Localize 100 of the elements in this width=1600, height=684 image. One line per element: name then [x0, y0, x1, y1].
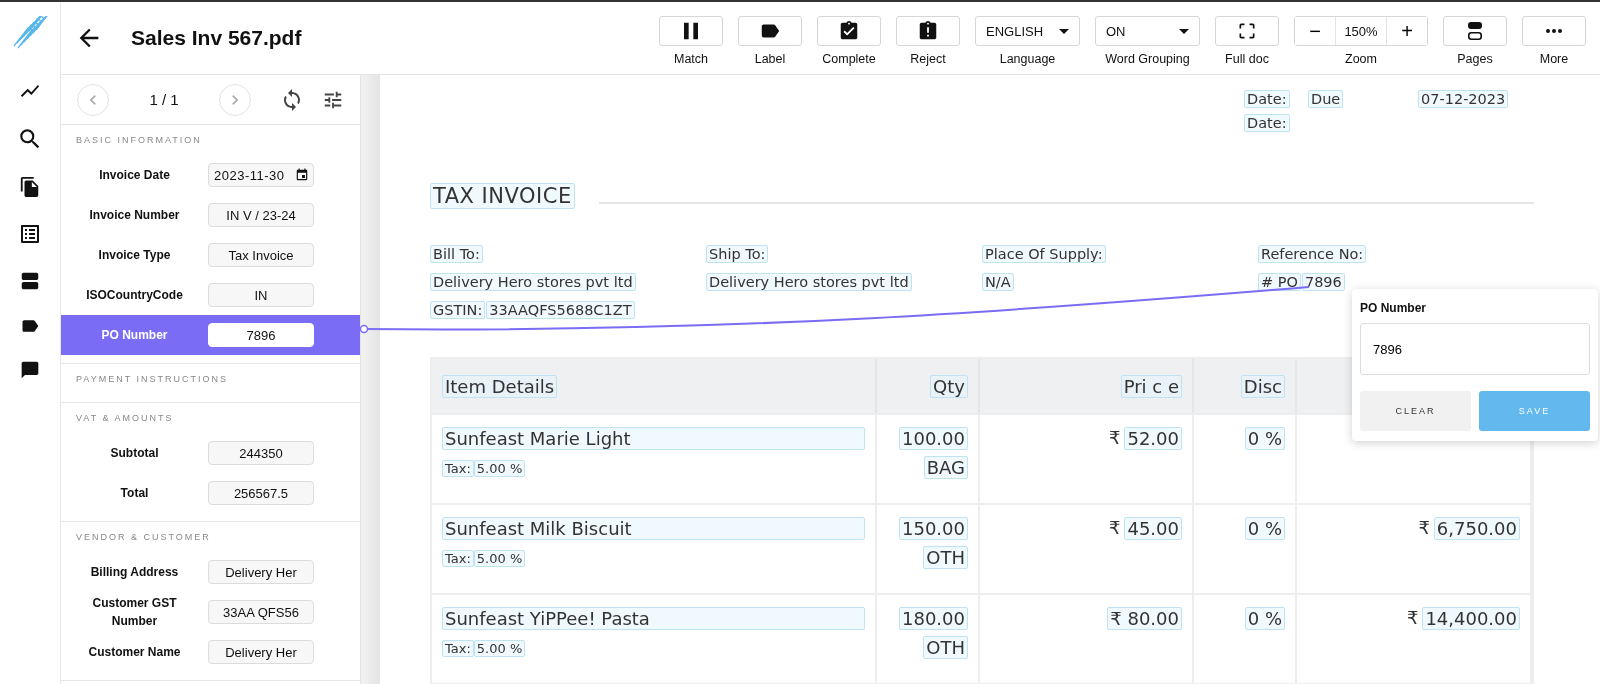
caret-icon	[1059, 28, 1069, 34]
amount: 6,750.00	[1433, 517, 1520, 540]
price: 45.00	[1124, 517, 1182, 540]
toolbar-label: Complete	[822, 52, 876, 66]
item-name: Sunfeast YiPPee! Pasta	[442, 607, 865, 630]
document-word: 07-12-2023	[1418, 90, 1509, 108]
currency-symbol: ₹	[1109, 517, 1121, 540]
tax-value: 5.00 %	[473, 460, 526, 477]
toolbar-label: Match	[673, 52, 708, 66]
discount: 0 %	[1244, 607, 1285, 630]
document-title: Sales Inv 567.pdf	[131, 26, 302, 50]
document-word: Due	[1308, 90, 1344, 108]
tax-label: Tax:	[442, 640, 474, 657]
list-icon	[18, 222, 42, 246]
field-label: Customer Name	[87, 644, 182, 661]
dropdown[interactable]: ENGLISH	[975, 16, 1080, 46]
popup-title: PO Number	[1360, 301, 1427, 315]
currency-symbol: ₹	[1406, 607, 1419, 630]
field-label: Billing Address	[89, 564, 180, 581]
field-row[interactable]: Total 256567.5	[61, 473, 360, 513]
document-word: GSTIN:	[430, 301, 486, 319]
toolbar-label: Full doc	[1225, 52, 1269, 66]
document-word: Delivery Hero stores pvt ltd	[706, 273, 912, 291]
input-field[interactable]: Tax Invoice	[208, 243, 314, 267]
column-header: Pri c e	[1120, 374, 1182, 398]
quantity: 180.00	[899, 607, 968, 630]
field-row[interactable]: Subtotal 244350	[61, 433, 360, 473]
field-label: PO Number	[100, 327, 169, 344]
toolbar-label: Label	[754, 52, 786, 66]
page-counter: 1 / 1	[148, 91, 180, 108]
fullscreen-icon	[1237, 21, 1257, 41]
quantity: 100.00	[899, 427, 968, 450]
document-word: 7896	[1301, 273, 1345, 291]
selected-field-row[interactable]: PO Number 7896	[61, 315, 360, 355]
section-title: PAYMENT INSTRUCTIONS	[75, 374, 229, 384]
input-field[interactable]: Delivery Her	[208, 640, 314, 664]
pages-icon	[1466, 21, 1484, 41]
field-row[interactable]: ISOCountryCode IN	[61, 275, 360, 315]
toolbar-label: Word Grouping	[1105, 52, 1190, 66]
section-title: VENDOR & CUSTOMER	[75, 532, 212, 542]
amount: 14,400.00	[1422, 607, 1520, 630]
toolbar-button[interactable]	[659, 16, 723, 46]
input-field[interactable]: 7896	[208, 323, 314, 347]
date-field[interactable]: 2023-11-30	[208, 163, 314, 187]
input-field[interactable]: 244350	[208, 441, 314, 465]
document-word: Date:	[1244, 114, 1290, 132]
toolbar-button[interactable]	[896, 16, 960, 46]
document-word: Date:	[1244, 90, 1290, 108]
calendar-icon	[295, 168, 309, 182]
column-header: Item Details	[442, 374, 558, 398]
dropdown[interactable]: ON	[1095, 16, 1200, 46]
discount: 0 %	[1244, 427, 1285, 450]
tax-label: Tax:	[442, 550, 474, 567]
unit: BAG	[923, 456, 968, 479]
field-label: Customer GST Number	[91, 595, 178, 630]
field-label: Invoice Number	[88, 207, 181, 224]
section-title: VAT & AMOUNTS	[75, 413, 175, 423]
toolbar-label: Reject	[910, 52, 946, 66]
currency-symbol: ₹	[1109, 427, 1121, 450]
column-header: Disc	[1240, 374, 1285, 398]
discount: 0 %	[1244, 517, 1285, 540]
party-heading: Ship To:	[706, 245, 769, 263]
price: 52.00	[1124, 427, 1182, 450]
input-field[interactable]: IN V / 23-24	[208, 203, 314, 227]
input-field[interactable]: 33AA QFS56	[208, 600, 314, 624]
chat-icon	[20, 360, 40, 380]
tax-label: Tax:	[442, 460, 474, 477]
field-row[interactable]: Customer Name Delivery Her	[61, 632, 360, 672]
field-row[interactable]: Customer GST Number 33AA QFS56	[61, 592, 360, 632]
document-word: Delivery Hero stores pvt ltd	[430, 273, 636, 291]
field-row[interactable]: Invoice Date 2023-11-30	[61, 155, 360, 195]
field-label: Invoice Date	[98, 167, 171, 184]
input-field[interactable]: 256567.5	[208, 481, 314, 505]
party-heading: Bill To:	[430, 245, 483, 263]
input-field[interactable]: 7896	[1360, 323, 1590, 375]
column-header: Qty	[930, 374, 968, 398]
toolbar-button[interactable]	[738, 16, 802, 46]
input-field[interactable]: Delivery Her	[208, 560, 314, 584]
field-row[interactable]: Invoice Number IN V / 23-24	[61, 195, 360, 235]
field-label: Total	[119, 485, 150, 502]
item-name: Sunfeast Milk Biscuit	[442, 517, 865, 540]
field-row[interactable]: Billing Address Delivery Her	[61, 552, 360, 592]
toolbar-label: Zoom	[1345, 52, 1377, 66]
input-field[interactable]: IN	[208, 283, 314, 307]
toolbar-label: More	[1539, 52, 1569, 66]
currency-symbol: ₹	[1418, 517, 1430, 540]
field-label: ISOCountryCode	[85, 287, 184, 304]
tax-value: 5.00 %	[473, 640, 526, 657]
unit: OTH	[923, 546, 968, 569]
rows-icon	[19, 270, 41, 292]
toolbar-label: Language	[999, 52, 1056, 66]
documents-icon	[19, 176, 41, 198]
field-label: Invoice Type	[97, 247, 172, 264]
invoice-title: TAX INVOICE	[430, 183, 575, 209]
clipboard-alert-icon	[917, 20, 939, 42]
field-row[interactable]: Invoice Type Tax Invoice	[61, 235, 360, 275]
price: ₹ 80.00	[1107, 607, 1182, 630]
clear-button[interactable]: CLEAR	[1360, 391, 1471, 431]
toolbar-button[interactable]	[1443, 16, 1507, 46]
toolbar-button[interactable]	[817, 16, 881, 46]
